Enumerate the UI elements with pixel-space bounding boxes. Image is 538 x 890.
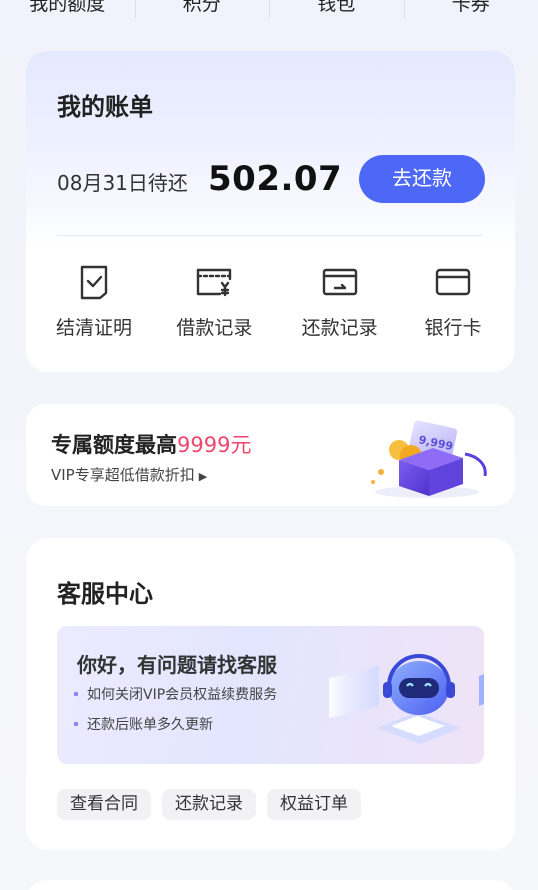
chip-view-contract[interactable]: 查看合同 bbox=[57, 789, 151, 820]
action-label: 还款记录 bbox=[301, 317, 378, 339]
credit-subtitle: VIP专享超低借款折扣 ▶ bbox=[51, 464, 207, 485]
action-repay-records[interactable]: 还款记录 bbox=[285, 263, 395, 343]
repay-button[interactable]: 去还款 bbox=[359, 155, 485, 203]
credit-banner[interactable]: 专属额度最高9999元 VIP专享超低借款折扣 ▶ 9,999 bbox=[26, 404, 515, 506]
top-tab-bar: 我的额度 积分 钱包 卡券 bbox=[0, 0, 538, 20]
due-date: 08月31日待还 bbox=[57, 171, 188, 195]
bill-title: 我的账单 bbox=[57, 93, 153, 121]
wallet-yen-icon bbox=[159, 263, 269, 301]
action-bank-card[interactable]: 银行卡 bbox=[410, 263, 496, 343]
tab-my-quota[interactable]: 我的额度 bbox=[0, 0, 135, 20]
next-card-stub bbox=[26, 880, 515, 890]
faq-text: 还款后账单多久更新 bbox=[87, 717, 213, 733]
bullet-icon bbox=[74, 722, 78, 726]
check-document-icon bbox=[44, 263, 144, 301]
bill-card: 我的账单 08月31日待还 502.07 去还款 结清证明 借款记录 还款记录 … bbox=[26, 51, 515, 372]
action-settlement-proof[interactable]: 结清证明 bbox=[44, 263, 144, 343]
divider bbox=[57, 235, 483, 236]
action-label: 结清证明 bbox=[55, 317, 132, 339]
robot-assistant-illustration bbox=[329, 654, 484, 744]
chip-benefit-orders[interactable]: 权益订单 bbox=[267, 789, 361, 820]
credit-amount-highlight: 9999元 bbox=[177, 433, 252, 457]
bill-actions: 结清证明 借款记录 还款记录 银行卡 bbox=[44, 263, 496, 343]
service-center-card: 客服中心 你好，有问题请找客服 如何关闭VIP会员权益续费服务 还款后账单多久更… bbox=[26, 538, 515, 850]
due-amount: 502.07 bbox=[208, 159, 343, 199]
gift-box-illustration: 9,999 bbox=[371, 420, 487, 498]
faq-item[interactable]: 如何关闭VIP会员权益续费服务 bbox=[74, 684, 277, 704]
credit-title-prefix: 专属额度最高 bbox=[51, 433, 177, 457]
bullet-icon bbox=[74, 692, 78, 696]
action-label: 银行卡 bbox=[424, 317, 482, 339]
due-row: 08月31日待还 502.07 去还款 bbox=[57, 155, 497, 205]
bank-card-icon bbox=[410, 263, 496, 301]
tab-wallet[interactable]: 钱包 bbox=[269, 0, 404, 20]
action-loan-records[interactable]: 借款记录 bbox=[159, 263, 269, 343]
service-banner[interactable]: 你好，有问题请找客服 如何关闭VIP会员权益续费服务 还款后账单多久更新 bbox=[57, 626, 484, 764]
credit-title: 专属额度最高9999元 bbox=[51, 429, 251, 459]
chip-repay-records[interactable]: 还款记录 bbox=[162, 789, 256, 820]
tab-coupons[interactable]: 卡券 bbox=[403, 0, 538, 20]
service-title: 客服中心 bbox=[57, 580, 153, 608]
wallet-return-icon bbox=[285, 263, 395, 301]
faq-text: 如何关闭VIP会员权益续费服务 bbox=[87, 687, 278, 703]
faq-item[interactable]: 还款后账单多久更新 bbox=[74, 714, 213, 734]
service-chips: 查看合同 还款记录 权益订单 bbox=[57, 789, 361, 820]
action-label: 借款记录 bbox=[176, 317, 253, 339]
caret-right-icon: ▶ bbox=[198, 470, 208, 483]
tab-points[interactable]: 积分 bbox=[134, 0, 270, 20]
credit-subtitle-text: VIP专享超低借款折扣 bbox=[51, 466, 195, 484]
service-greeting: 你好，有问题请找客服 bbox=[77, 653, 277, 677]
